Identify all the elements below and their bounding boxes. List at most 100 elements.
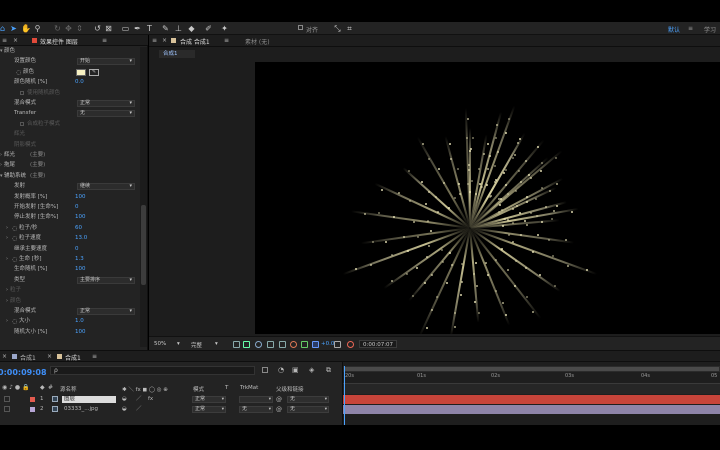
dolly-tool-icon[interactable]: ⇕ <box>75 24 84 33</box>
shy-switch-icon[interactable]: ◒ <box>122 405 127 414</box>
collapsed-triangle-icon[interactable]: › <box>0 161 2 170</box>
effect-property-value[interactable]: (主要) <box>30 161 45 170</box>
effect-scrollbar-thumb[interactable] <box>141 205 146 285</box>
expanded-triangle-icon[interactable]: ▾ <box>0 47 3 56</box>
effect-property-row[interactable]: 合成粒子模式 <box>0 120 140 129</box>
time-ruler[interactable]: 20s 01s 02s 03s 04s 05 <box>343 372 720 384</box>
effect-property-row[interactable]: Transfer 无 <box>0 109 140 118</box>
anchor-tool-icon[interactable]: ⊠ <box>104 24 113 33</box>
workspace-default[interactable]: 默认 <box>668 25 680 34</box>
pan-tool-icon[interactable]: ✥ <box>64 24 73 33</box>
effect-property-value[interactable]: 100 <box>75 265 86 274</box>
effect-property-value[interactable]: 100 <box>75 213 86 222</box>
timeline-close-icon[interactable]: × <box>2 353 7 360</box>
text-tool-icon[interactable]: T <box>145 24 154 33</box>
visibility-toggle[interactable] <box>4 396 10 402</box>
effect-property-row[interactable]: › ◌ 生命 [秒] 1.3 <box>0 255 140 264</box>
quality-switch-icon[interactable]: ／ <box>136 405 142 414</box>
collapsed-triangle-icon[interactable]: › <box>6 224 8 233</box>
effect-property-value[interactable]: (主要) <box>30 172 45 181</box>
effect-property-row[interactable]: 发射概率 [%] 100 <box>0 193 140 202</box>
fx-switch-icon[interactable]: fx <box>148 395 153 404</box>
effect-property-row[interactable]: 停止发射 [生命%] 100 <box>0 213 140 222</box>
collapsed-triangle-icon[interactable]: › <box>6 286 8 295</box>
color-swatch[interactable] <box>76 68 86 76</box>
graph-editor-icon[interactable]: ◈ <box>309 366 314 374</box>
panel-menu-icon[interactable]: ≡ <box>2 37 7 44</box>
quality-dropdown-icon[interactable]: ▾ <box>215 341 218 347</box>
trkmat-select[interactable]: 无 <box>239 406 273 413</box>
effect-property-dropdown[interactable]: 继续 <box>77 183 135 191</box>
trkmat-header[interactable]: TrkMat <box>240 385 258 391</box>
rotation-tool-icon[interactable]: ↺ <box>93 24 102 33</box>
workspace-menu-icon[interactable]: ≡ <box>688 25 693 32</box>
quality-switch-icon[interactable]: ／ <box>136 395 142 404</box>
visibility-toggle[interactable] <box>4 406 10 412</box>
effect-property-value[interactable]: 0.0 <box>75 78 84 87</box>
home-icon[interactable]: ⌂ <box>0 24 7 33</box>
comp-tab-menu-icon[interactable]: ≡ <box>224 37 229 44</box>
effect-property-row[interactable]: ▾ 辅助系统 (主要) <box>0 172 140 181</box>
effect-property-value[interactable]: 0 <box>75 245 79 254</box>
show-snapshot-icon[interactable] <box>347 341 354 348</box>
layer-duration-bar[interactable] <box>343 405 720 414</box>
effect-property-row[interactable]: 继承主要速度 0 <box>0 245 140 254</box>
mask-tool-icon[interactable]: ▭ <box>121 24 130 33</box>
comp-panel-menu-icon[interactable]: ≡ <box>152 37 157 44</box>
tab-render-queue[interactable]: 合成1 <box>20 353 36 362</box>
effect-property-row[interactable]: 辉光 <box>0 130 140 139</box>
quality-select[interactable]: 完整 <box>191 341 202 349</box>
pick-whip-icon[interactable]: @ <box>276 405 282 414</box>
close-comp-tab-icon[interactable]: × <box>162 37 167 44</box>
zoom-dropdown-icon[interactable]: ▾ <box>177 341 180 347</box>
mask-visibility-icon[interactable] <box>255 341 262 348</box>
property-checkbox[interactable] <box>20 121 24 126</box>
snapshot-icon[interactable] <box>334 341 341 348</box>
comp-flowchart-icon[interactable] <box>262 367 268 373</box>
effect-property-row[interactable]: 混合模式 正常 <box>0 307 140 316</box>
effect-property-row[interactable]: 颜色随机 [%] 0.0 <box>0 78 140 87</box>
comp-subtab[interactable]: 合成1 <box>159 50 195 58</box>
effect-property-value[interactable]: 100 <box>75 328 86 337</box>
effect-property-row[interactable]: 混合模式 正常 <box>0 99 140 108</box>
stopwatch-icon[interactable]: ◌ <box>12 255 17 264</box>
source-name-header[interactable]: 源名称 <box>60 385 77 393</box>
effect-property-dropdown[interactable]: 正常 <box>77 308 135 315</box>
effect-property-row[interactable]: 生命随机 [%] 100 <box>0 265 140 274</box>
effect-property-value[interactable]: 13.0 <box>75 234 87 243</box>
effect-scrollbar[interactable] <box>140 47 147 347</box>
effect-property-row[interactable]: › 粒子 <box>0 286 140 295</box>
guides-icon[interactable] <box>267 341 274 348</box>
effect-property-row[interactable]: 开始发射 [生命%] 0 <box>0 203 140 212</box>
effect-property-dropdown[interactable]: 正常 <box>77 100 135 107</box>
selection-tool-icon[interactable]: ➤ <box>9 24 18 33</box>
effect-property-value[interactable]: 1.3 <box>75 255 84 264</box>
effect-property-row[interactable]: 使用随机颜色 <box>0 89 140 98</box>
workspace-learn[interactable]: 学习 <box>704 25 716 34</box>
brush-tool-icon[interactable]: ✎ <box>161 24 170 33</box>
region-of-interest-icon[interactable] <box>233 341 240 348</box>
zoom-tool-icon[interactable]: ⚲ <box>33 24 42 33</box>
effect-property-row[interactable]: › ◌ 粒子速度 13.0 <box>0 234 140 243</box>
fast-preview-icon[interactable] <box>301 341 308 348</box>
effect-property-row[interactable]: 发射 继续 <box>0 182 140 191</box>
effect-property-row[interactable]: › 颜色 <box>0 297 140 306</box>
snap-extra-icon[interactable]: ⌗ <box>345 24 354 33</box>
collapsed-triangle-icon[interactable]: › <box>0 151 2 160</box>
exposure-icon[interactable] <box>312 341 319 348</box>
effect-property-dropdown[interactable]: 主要排序 <box>77 276 135 284</box>
snap-checkbox[interactable] <box>298 25 303 30</box>
layer-name[interactable]: 图层 <box>62 396 116 403</box>
zoom-select[interactable]: 50% <box>154 341 166 347</box>
timeline-tab-menu-icon[interactable]: ≡ <box>92 353 97 360</box>
exposure-value[interactable]: +0.0 <box>321 341 334 347</box>
work-area-range[interactable] <box>345 367 719 371</box>
layer-name[interactable]: 03333_...jpg <box>62 406 116 413</box>
current-time-display[interactable]: 0:00:09:08 <box>0 368 47 377</box>
effect-property-value[interactable]: (主要) <box>30 151 45 160</box>
collapsed-triangle-icon[interactable]: › <box>6 234 8 243</box>
effect-property-row[interactable]: 类型 主要排序 <box>0 276 140 285</box>
effect-property-row[interactable]: › 拖尾 (主要) <box>0 161 140 170</box>
channel-icon[interactable] <box>279 341 286 348</box>
roto-brush-icon[interactable]: ✐ <box>204 24 213 33</box>
